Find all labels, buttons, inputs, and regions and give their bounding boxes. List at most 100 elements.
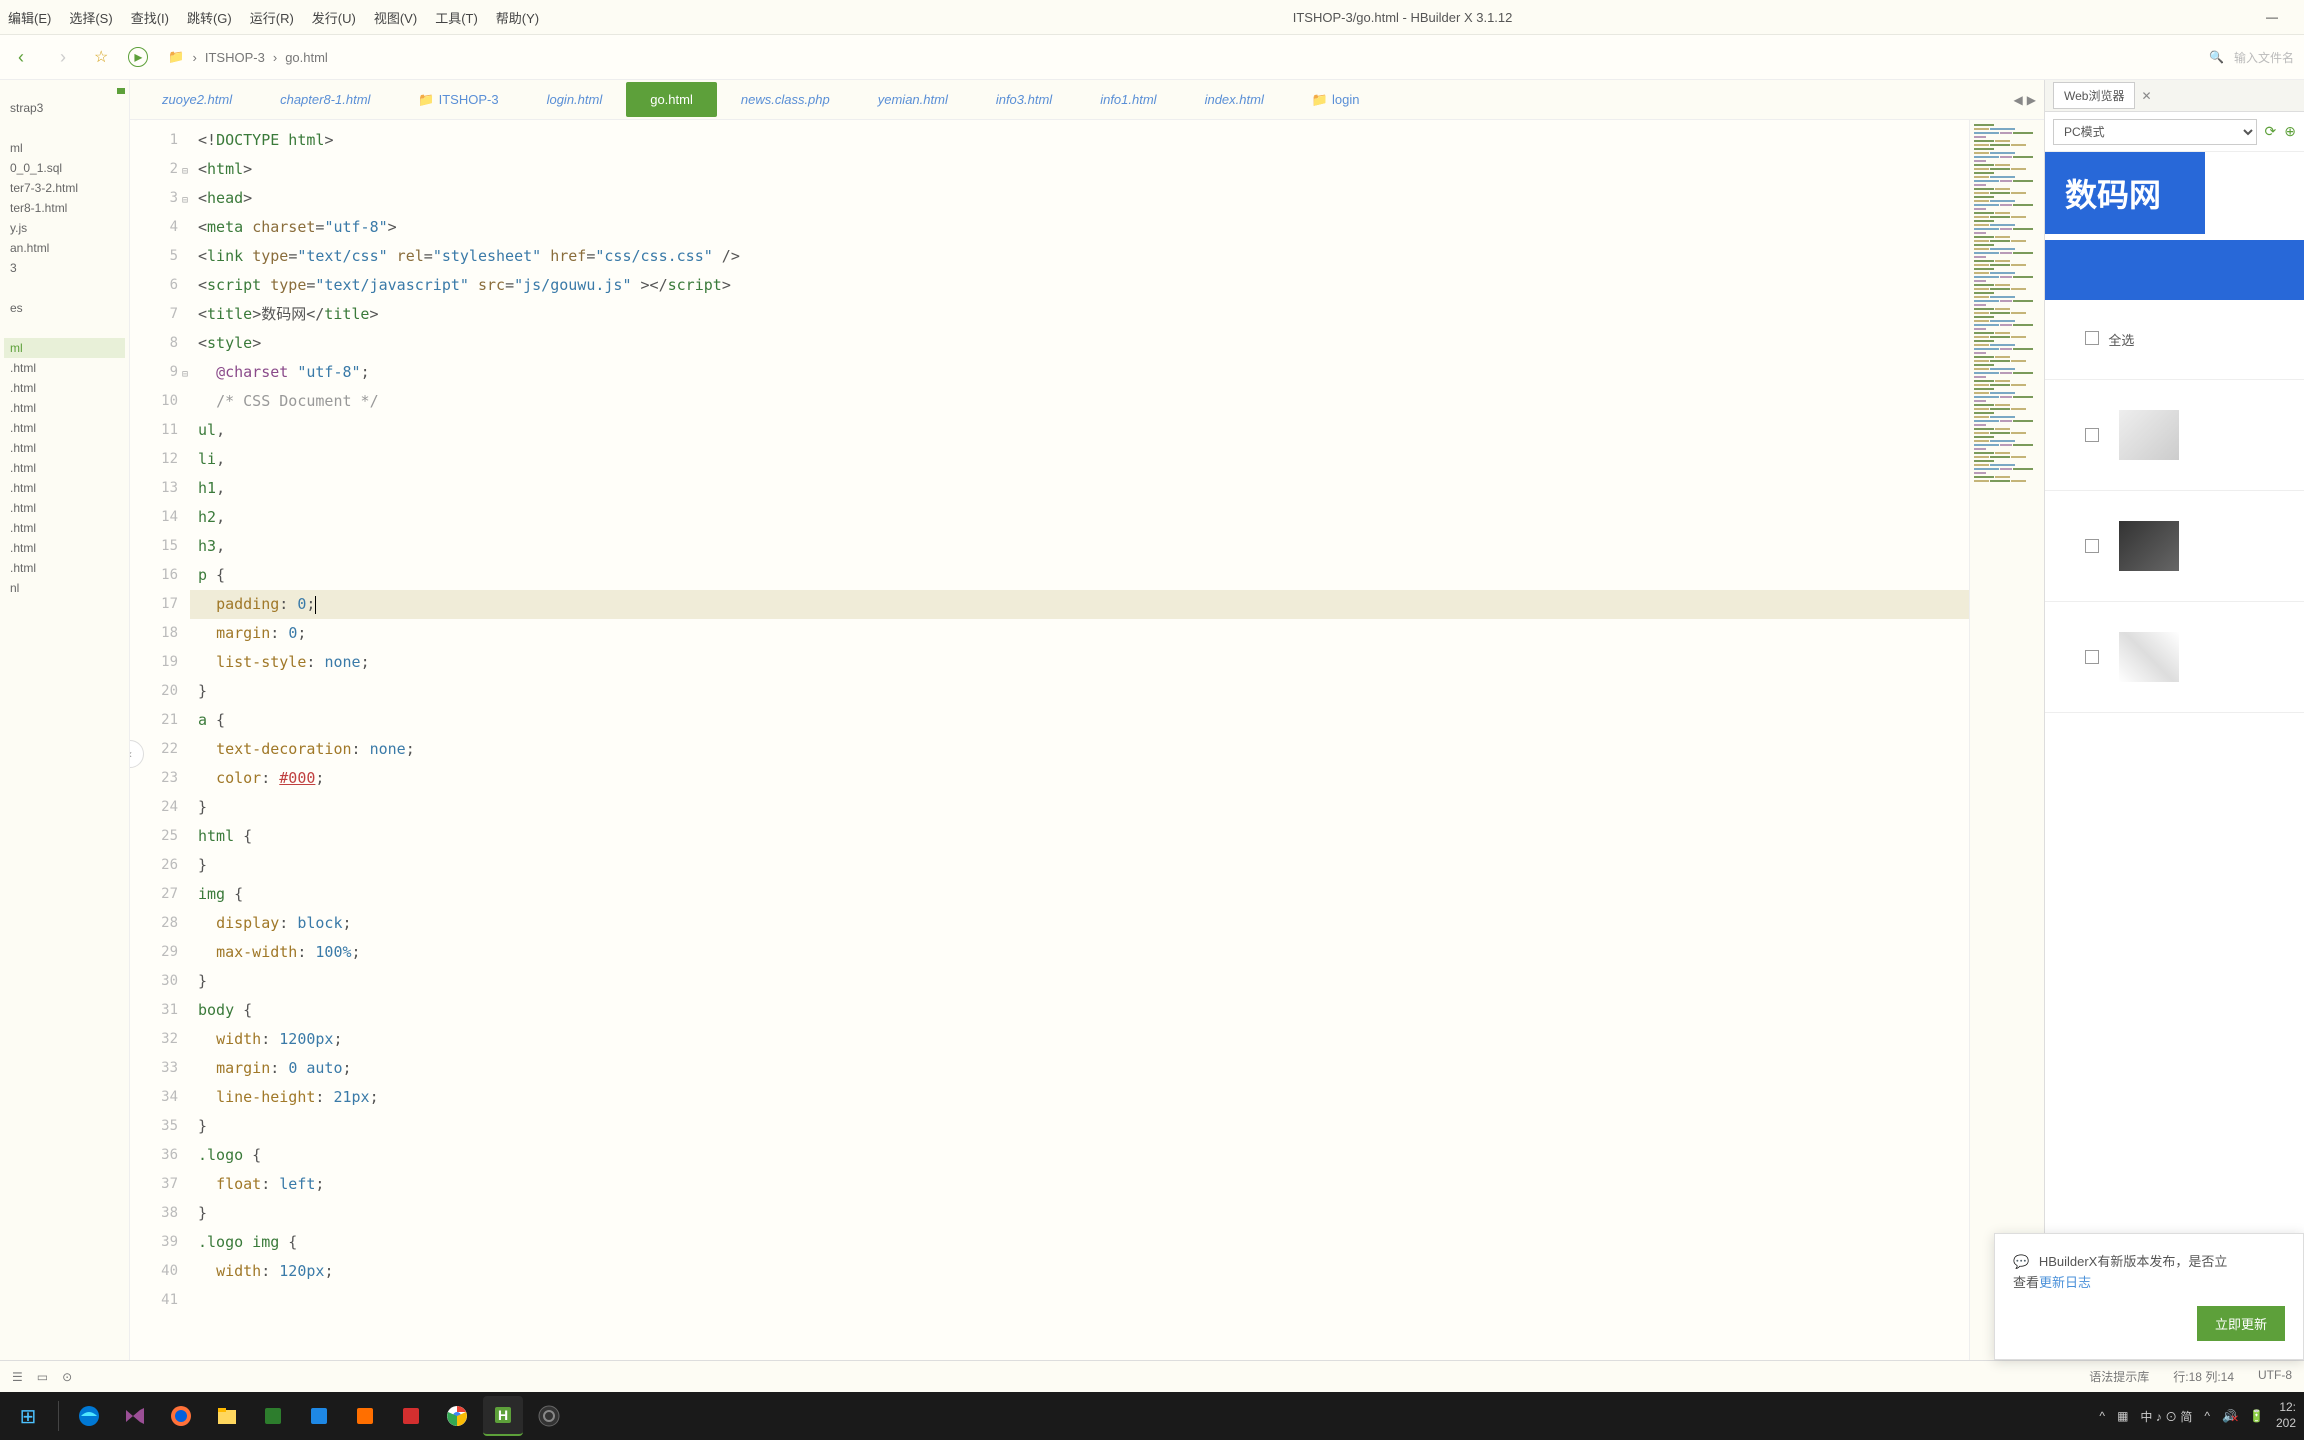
code-line[interactable]: list-style: none; bbox=[190, 648, 1969, 677]
hbuilder-icon[interactable]: H bbox=[483, 1396, 523, 1436]
breadcrumb-item[interactable]: go.html bbox=[285, 50, 328, 65]
refresh-icon[interactable]: ⟳ bbox=[2265, 123, 2277, 140]
code-line[interactable]: <style> bbox=[190, 329, 1969, 358]
checkbox[interactable] bbox=[2085, 650, 2099, 664]
run-icon[interactable]: ▸ bbox=[128, 47, 148, 67]
code-line[interactable]: } bbox=[190, 793, 1969, 822]
menu-run[interactable]: 运行(R) bbox=[250, 8, 294, 27]
sidebar-item[interactable]: ml bbox=[4, 338, 125, 358]
tab[interactable]: zuoye2.html bbox=[138, 82, 256, 117]
code-line[interactable]: text-decoration: none; bbox=[190, 735, 1969, 764]
tray-chevron-icon[interactable]: ^ bbox=[2099, 1409, 2105, 1423]
status-encoding[interactable]: UTF-8 bbox=[2258, 1368, 2292, 1385]
code-line[interactable]: width: 120px; bbox=[190, 1257, 1969, 1286]
code-line[interactable]: @charset "utf-8"; bbox=[190, 358, 1969, 387]
code-line[interactable]: <meta charset="utf-8"> bbox=[190, 213, 1969, 242]
code-line[interactable]: .logo { bbox=[190, 1141, 1969, 1170]
code-line[interactable]: html { bbox=[190, 822, 1969, 851]
code-line[interactable]: } bbox=[190, 1112, 1969, 1141]
menu-select[interactable]: 选择(S) bbox=[69, 8, 112, 27]
code-line[interactable]: body { bbox=[190, 996, 1969, 1025]
tab[interactable]: info3.html bbox=[972, 82, 1076, 117]
preview-content[interactable]: 数码网 全选 bbox=[2045, 152, 2304, 1360]
sidebar-item[interactable]: .html bbox=[4, 538, 125, 558]
sidebar-item[interactable]: 3 bbox=[4, 258, 125, 278]
code-line[interactable]: <!DOCTYPE html> bbox=[190, 126, 1969, 155]
menu-tools[interactable]: 工具(T) bbox=[435, 8, 478, 27]
code-line[interactable]: ul, bbox=[190, 416, 1969, 445]
preview-tab-web[interactable]: Web浏览器 bbox=[2053, 82, 2135, 109]
code-line[interactable]: max-width: 100%; bbox=[190, 938, 1969, 967]
code-line[interactable]: <title>数码网</title> bbox=[190, 300, 1969, 329]
sidebar-item[interactable]: nl bbox=[4, 578, 125, 598]
minimap[interactable] bbox=[1969, 120, 2044, 1360]
tray-chevron-icon[interactable]: ^ bbox=[2204, 1409, 2210, 1423]
app-icon-blue[interactable] bbox=[299, 1396, 339, 1436]
sidebar-item[interactable]: ml bbox=[4, 138, 125, 158]
sidebar-item[interactable]: an.html bbox=[4, 238, 125, 258]
volume-icon[interactable]: 🔊✕ bbox=[2222, 1409, 2237, 1423]
chrome-icon[interactable] bbox=[437, 1396, 477, 1436]
menu-view[interactable]: 视图(V) bbox=[374, 8, 417, 27]
obs-icon[interactable] bbox=[529, 1396, 569, 1436]
tray-grid-icon[interactable]: ▦ bbox=[2117, 1409, 2128, 1423]
code-line[interactable]: h3, bbox=[190, 532, 1969, 561]
status-syntax[interactable]: 语法提示库 bbox=[2089, 1368, 2149, 1385]
code-line[interactable]: width: 1200px; bbox=[190, 1025, 1969, 1054]
close-icon[interactable]: ✕ bbox=[2141, 89, 2151, 103]
code-line[interactable]: line-height: 21px; bbox=[190, 1083, 1969, 1112]
menu-help[interactable]: 帮助(Y) bbox=[496, 8, 539, 27]
code-line[interactable]: h2, bbox=[190, 503, 1969, 532]
tab[interactable]: login.html bbox=[523, 82, 627, 117]
code-line[interactable]: <script type="text/javascript" src="js/g… bbox=[190, 271, 1969, 300]
sidebar-item[interactable]: ter8-1.html bbox=[4, 198, 125, 218]
checkbox[interactable] bbox=[2085, 331, 2099, 345]
sidebar-item[interactable]: .html bbox=[4, 478, 125, 498]
status-position[interactable]: 行:18 列:14 bbox=[2173, 1368, 2234, 1385]
changelog-link[interactable]: 更新日志 bbox=[2039, 1275, 2091, 1290]
sync-icon[interactable]: ⊙ bbox=[62, 1370, 72, 1384]
code-line[interactable]: h1, bbox=[190, 474, 1969, 503]
tab[interactable]: chapter8-1.html bbox=[256, 82, 394, 117]
checkbox[interactable] bbox=[2085, 539, 2099, 553]
sidebar-item[interactable]: 0_0_1.sql bbox=[4, 158, 125, 178]
app-icon-green[interactable] bbox=[253, 1396, 293, 1436]
tab[interactable]: news.class.php bbox=[717, 82, 854, 117]
tab[interactable]: info1.html bbox=[1076, 82, 1180, 117]
code-content[interactable]: <!DOCTYPE html><html><head><meta charset… bbox=[190, 120, 1969, 1360]
menu-publish[interactable]: 发行(U) bbox=[312, 8, 356, 27]
code-line[interactable]: <link type="text/css" rel="stylesheet" h… bbox=[190, 242, 1969, 271]
tab[interactable]: index.html bbox=[1181, 82, 1288, 117]
sidebar-item[interactable]: .html bbox=[4, 518, 125, 538]
nav-back-icon[interactable]: ‹ bbox=[10, 46, 32, 68]
tab[interactable]: 📁ITSHOP-3 bbox=[394, 82, 522, 118]
app-icon-orange[interactable] bbox=[345, 1396, 385, 1436]
code-line[interactable]: .logo img { bbox=[190, 1228, 1969, 1257]
nav-forward-icon[interactable]: › bbox=[52, 46, 74, 68]
sidebar-item[interactable]: .html bbox=[4, 378, 125, 398]
breadcrumb-item[interactable]: ITSHOP-3 bbox=[205, 50, 265, 65]
favorite-icon[interactable]: ☆ bbox=[94, 47, 108, 67]
tab[interactable]: go.html bbox=[626, 82, 717, 117]
code-line[interactable]: /* CSS Document */ bbox=[190, 387, 1969, 416]
code-line[interactable]: } bbox=[190, 967, 1969, 996]
sidebar-item[interactable]: .html bbox=[4, 558, 125, 578]
code-line[interactable]: margin: 0 auto; bbox=[190, 1054, 1969, 1083]
sidebar-item[interactable]: .html bbox=[4, 398, 125, 418]
sidebar-item[interactable]: .html bbox=[4, 438, 125, 458]
preview-mode-select[interactable]: PC模式 bbox=[2053, 119, 2257, 145]
code-editor[interactable]: ‹ 12⊟3⊟456789⊟10111213141516171819202122… bbox=[130, 120, 2044, 1360]
settings-icon[interactable]: ⊕ bbox=[2284, 123, 2296, 140]
search-icon[interactable]: 🔍 bbox=[2209, 50, 2224, 64]
visualstudio-icon[interactable] bbox=[115, 1396, 155, 1436]
tab[interactable]: yemian.html bbox=[854, 82, 972, 117]
battery-icon[interactable]: 🔋 bbox=[2249, 1409, 2264, 1423]
code-line[interactable]: a { bbox=[190, 706, 1969, 735]
list-icon[interactable]: ☰ bbox=[12, 1370, 23, 1384]
tab-prev-icon[interactable]: ◀ bbox=[2014, 93, 2023, 107]
menu-edit[interactable]: 编辑(E) bbox=[8, 8, 51, 27]
code-line[interactable]: color: #000; bbox=[190, 764, 1969, 793]
window-controls[interactable]: — bbox=[2266, 10, 2296, 24]
explorer-icon[interactable] bbox=[207, 1396, 247, 1436]
tab-next-icon[interactable]: ▶ bbox=[2027, 93, 2036, 107]
